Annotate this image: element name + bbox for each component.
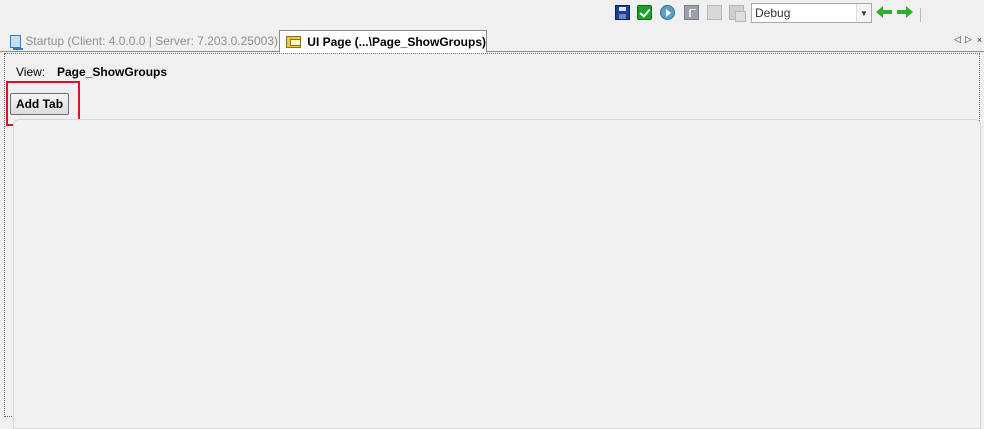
configuration-select[interactable]: Debug ▼ xyxy=(751,3,872,23)
ui-page-icon xyxy=(286,35,302,48)
tab-ui-page[interactable]: UI Page (...\Page_ShowGroups) xyxy=(279,30,487,53)
save-icon[interactable] xyxy=(615,5,630,20)
run-icon[interactable] xyxy=(660,5,675,20)
monitor-icon xyxy=(10,34,24,50)
scroll-tabs-left-icon[interactable]: ◁ xyxy=(953,34,962,45)
document-tab-strip: Startup (Client: 4.0.0.0 | Server: 7.203… xyxy=(0,28,984,53)
visual-studio-icon[interactable] xyxy=(684,5,699,20)
tab-ui-page-label: UI Page (...\Page_ShowGroups) xyxy=(307,34,486,49)
scroll-tabs-right-icon[interactable]: ▷ xyxy=(964,34,973,45)
tab-container-panel xyxy=(13,119,981,429)
document-icon[interactable] xyxy=(707,5,722,20)
close-tab-icon[interactable]: × xyxy=(975,34,984,45)
tab-startup-label: Startup (Client: 4.0.0.0 | Server: 7.203… xyxy=(25,34,278,48)
page-designer-area: View: Page_ShowGroups Add Tab xyxy=(4,53,981,429)
toolbar-separator xyxy=(920,8,921,22)
view-label: View: xyxy=(16,65,46,79)
copy-documents-icon[interactable] xyxy=(729,5,746,22)
configuration-select-value: Debug xyxy=(755,6,791,20)
add-tab-button[interactable]: Add Tab xyxy=(10,93,69,115)
view-name: Page_ShowGroups xyxy=(57,65,168,79)
navigate-forward-icon[interactable] xyxy=(897,6,913,18)
validate-check-icon[interactable] xyxy=(637,5,652,20)
main-toolbar: Debug ▼ xyxy=(0,0,984,28)
chevron-down-icon[interactable]: ▼ xyxy=(856,4,871,22)
navigate-back-icon[interactable] xyxy=(876,6,892,18)
tab-startup[interactable]: Startup (Client: 4.0.0.0 | Server: 7.203… xyxy=(4,30,278,52)
